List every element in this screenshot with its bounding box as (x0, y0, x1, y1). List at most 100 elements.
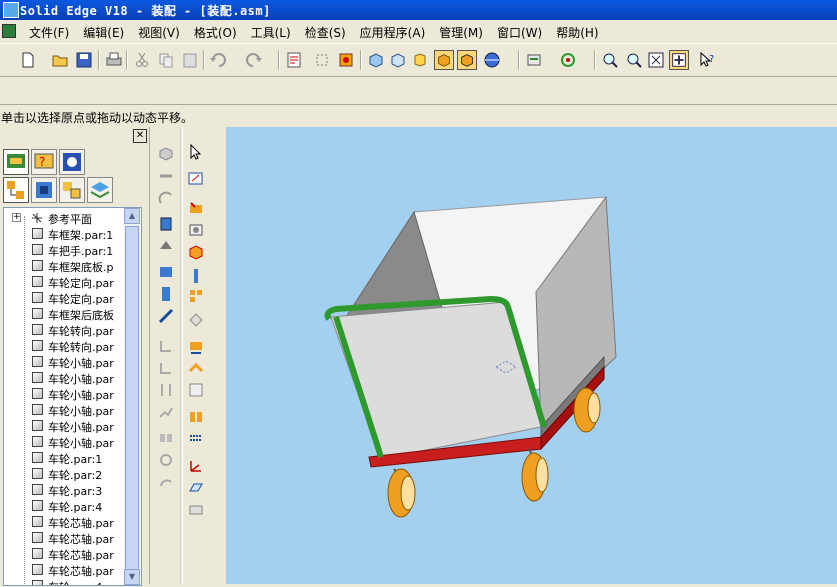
scroll-up-button[interactable]: ▲ (124, 208, 140, 224)
tree-item[interactable]: 车轮芯轴.par (4, 546, 124, 562)
open-folder-icon[interactable] (50, 50, 70, 70)
pattern-icon[interactable] (187, 287, 205, 305)
menu-item[interactable]: 管理(M) (432, 20, 490, 45)
expand-icon[interactable]: + (12, 213, 21, 222)
menu-item[interactable]: 工具(L) (244, 20, 298, 45)
menu-item[interactable]: 格式(O) (187, 20, 244, 45)
chain-icon[interactable] (187, 429, 205, 447)
hole-icon[interactable] (187, 221, 205, 239)
mirror-icon[interactable] (187, 311, 205, 329)
pan-icon[interactable] (669, 50, 689, 70)
tree-item[interactable]: 车框架后底板 (4, 306, 124, 322)
tab-configurations[interactable] (59, 177, 85, 203)
menu-item[interactable]: 窗口(W) (490, 20, 549, 45)
align-icon[interactable] (157, 189, 175, 207)
tab-parts-library[interactable] (31, 177, 57, 203)
fastener-icon[interactable] (187, 267, 205, 285)
cut-feature-icon[interactable] (187, 199, 205, 217)
view-iso-icon[interactable] (366, 50, 386, 70)
menu-item[interactable]: 检查(S) (298, 20, 353, 45)
coordinate-system-icon[interactable] (187, 457, 205, 475)
copy-icon[interactable] (156, 50, 176, 70)
gear-relation-icon[interactable] (157, 381, 175, 399)
pane-close-button[interactable]: ✕ (133, 129, 147, 143)
tab-pathfinder[interactable] (3, 149, 29, 175)
select-arrow-icon[interactable] (187, 143, 205, 161)
tree-item[interactable]: 车框架底板.p (4, 258, 124, 274)
tree-item[interactable]: 车轮转向.par (4, 338, 124, 354)
zoom-area-icon[interactable] (600, 50, 620, 70)
tree-item[interactable]: 车轮芯轴.par (4, 514, 124, 530)
assembly-icon[interactable] (336, 50, 356, 70)
weld-icon[interactable] (187, 407, 205, 425)
help-pointer-icon[interactable]: ? (697, 50, 717, 70)
tree-item[interactable]: 车轮小轴.par (4, 386, 124, 402)
angle-icon[interactable] (157, 307, 175, 325)
scroll-down-button[interactable]: ▼ (124, 569, 140, 585)
sketch-icon[interactable] (187, 169, 205, 187)
tree-item[interactable]: 车框架.par:1 (4, 226, 124, 242)
render-sphere-icon[interactable] (482, 50, 502, 70)
path-icon[interactable] (157, 403, 175, 421)
tree-item[interactable]: 车轮定向.par (4, 290, 124, 306)
cam-icon[interactable] (157, 359, 175, 377)
cart-model[interactable] (226, 127, 837, 584)
tab-layers[interactable] (87, 177, 113, 203)
mate-icon[interactable] (157, 167, 175, 185)
tree-root[interactable]: + 参考平面 (4, 210, 124, 226)
undo-icon[interactable] (208, 50, 228, 70)
redo-icon[interactable] (244, 50, 264, 70)
menu-item[interactable]: 文件(F) (22, 20, 76, 45)
menu-item[interactable]: 编辑(E) (76, 20, 131, 45)
tree-item[interactable]: 车轮.par:1 (4, 450, 124, 466)
zoom-icon[interactable] (624, 50, 644, 70)
cut-icon[interactable] (132, 50, 152, 70)
graphics-viewport[interactable] (226, 127, 837, 584)
shaded-edges-icon[interactable] (457, 50, 477, 70)
wire-harness-icon[interactable] (187, 339, 205, 357)
tree-item[interactable]: 车轮小轴.par (4, 418, 124, 434)
frame-icon[interactable] (187, 381, 205, 399)
tree-item[interactable]: 车轮小轴.par (4, 354, 124, 370)
tree-item[interactable]: 车轮芯轴.par (4, 562, 124, 578)
tree-item[interactable]: 车轮小轴.par (4, 434, 124, 450)
view-front-icon[interactable] (410, 50, 430, 70)
place-part-icon[interactable] (157, 145, 175, 163)
save-icon[interactable] (74, 50, 94, 70)
tree-scrollbar[interactable]: ▲ ▼ (124, 208, 140, 585)
insert-icon[interactable] (157, 215, 175, 233)
new-file-icon[interactable] (18, 50, 38, 70)
select-set-icon[interactable] (312, 50, 332, 70)
menu-item[interactable]: 视图(V) (131, 20, 187, 45)
plane-icon[interactable] (187, 479, 205, 497)
move-part-icon[interactable] (157, 473, 175, 491)
tree-item[interactable]: 车轮小轴.par (4, 370, 124, 386)
part-library-icon[interactable] (187, 243, 205, 261)
tree-item[interactable]: 车轮转向.par (4, 322, 124, 338)
print-icon[interactable] (104, 50, 124, 70)
fit-icon[interactable] (646, 50, 666, 70)
document-icon[interactable] (2, 24, 16, 38)
view-top-icon[interactable] (388, 50, 408, 70)
tree-item[interactable]: 车轮.par:3 (4, 482, 124, 498)
tube-icon[interactable] (187, 359, 205, 377)
menu-item[interactable]: 应用程序(A) (353, 20, 433, 45)
tab-features[interactable]: ? (31, 149, 57, 175)
tree-item[interactable]: 车轮芯轴.par (4, 530, 124, 546)
properties-icon[interactable] (284, 50, 304, 70)
display-icon[interactable] (187, 501, 205, 519)
planar-align-icon[interactable] (157, 285, 175, 303)
tree-item[interactable]: 车轮定向.par (4, 274, 124, 290)
tangent-icon[interactable] (157, 337, 175, 355)
menu-item[interactable]: 帮助(H) (549, 20, 605, 45)
flip-icon[interactable] (157, 429, 175, 447)
tab-assembly-tree[interactable] (3, 177, 29, 203)
scroll-thumb[interactable] (125, 226, 139, 578)
tab-settings[interactable] (59, 149, 85, 175)
axial-align-icon[interactable] (157, 263, 175, 281)
tree-item[interactable]: 车轮.par:2 (4, 466, 124, 482)
layer-icon[interactable] (524, 50, 544, 70)
tree-item[interactable]: 车轮小轴.par (4, 402, 124, 418)
rotate-part-icon[interactable] (157, 451, 175, 469)
paste-icon[interactable] (180, 50, 200, 70)
